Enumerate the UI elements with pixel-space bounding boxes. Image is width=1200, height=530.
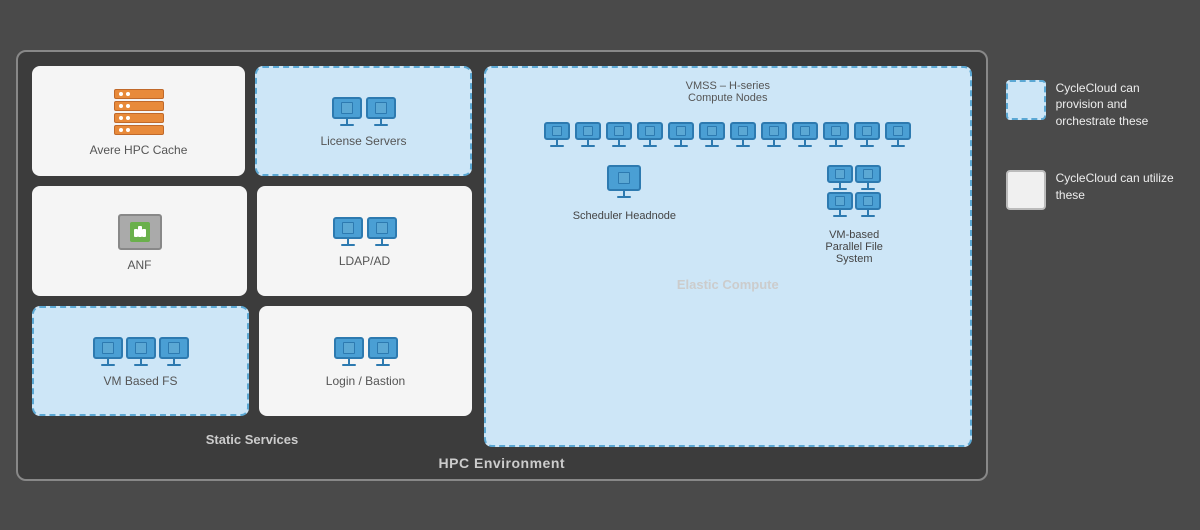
elastic-compute-section: VMSS – H-series Compute Nodes bbox=[484, 66, 972, 447]
pfs-label: VM-based Parallel File System bbox=[825, 229, 882, 265]
compute-node bbox=[699, 122, 725, 147]
legend-text-utilize: CycleCloud can utilize these bbox=[1056, 170, 1184, 204]
license-servers-icon bbox=[332, 97, 396, 126]
static-services-section: Avere HPC Cache bbox=[32, 66, 472, 447]
page-wrapper: Avere HPC Cache bbox=[0, 34, 1200, 497]
ldap-icon bbox=[333, 217, 397, 246]
static-services-label: Static Services bbox=[32, 432, 472, 447]
compute-node bbox=[575, 122, 601, 147]
compute-node bbox=[885, 122, 911, 147]
compute-node bbox=[637, 122, 663, 147]
compute-node bbox=[854, 122, 880, 147]
elastic-compute-label: Elastic Compute bbox=[498, 277, 958, 292]
avere-icon bbox=[114, 89, 164, 135]
pfs-icon bbox=[827, 165, 881, 217]
card-login-bastion: Login / Bastion bbox=[259, 306, 472, 416]
ldap-label: LDAP/AD bbox=[339, 254, 390, 268]
hpc-env-label: HPC Environment bbox=[439, 455, 566, 471]
pfs-group: VM-based Parallel File System bbox=[825, 165, 882, 265]
compute-node bbox=[730, 122, 756, 147]
scheduler-label: Scheduler Headnode bbox=[573, 210, 676, 222]
compute-node bbox=[792, 122, 818, 147]
vm-fs-icon bbox=[93, 337, 189, 366]
anf-label: ANF bbox=[128, 258, 152, 272]
vmss-title: VMSS – H-series Compute Nodes bbox=[498, 80, 958, 104]
compute-nodes-grid bbox=[498, 116, 958, 153]
license-servers-label: License Servers bbox=[320, 134, 406, 148]
legend-item-utilize: CycleCloud can utilize these bbox=[1006, 170, 1184, 210]
login-bastion-label: Login / Bastion bbox=[326, 374, 405, 388]
legend: CycleCloud can provision and orchestrate… bbox=[1006, 50, 1184, 210]
compute-node bbox=[668, 122, 694, 147]
legend-box-provision bbox=[1006, 80, 1046, 120]
anf-icon bbox=[118, 214, 162, 250]
card-anf: ANF bbox=[32, 186, 247, 296]
vm-fs-label: VM Based FS bbox=[103, 374, 177, 388]
scheduler-icon bbox=[607, 165, 641, 198]
scheduler-headnode-group: Scheduler Headnode bbox=[573, 165, 676, 222]
compute-node bbox=[823, 122, 849, 147]
compute-node bbox=[761, 122, 787, 147]
hpc-env-box: Avere HPC Cache bbox=[16, 50, 988, 481]
compute-node bbox=[544, 122, 570, 147]
compute-node bbox=[606, 122, 632, 147]
card-license-servers: License Servers bbox=[255, 66, 472, 176]
legend-text-provision: CycleCloud can provision and orchestrate… bbox=[1056, 80, 1184, 130]
login-bastion-icon bbox=[334, 337, 398, 366]
avere-label: Avere HPC Cache bbox=[90, 143, 188, 157]
card-avere-hpc-cache: Avere HPC Cache bbox=[32, 66, 245, 176]
card-vm-based-fs: VM Based FS bbox=[32, 306, 249, 416]
card-ldap-ad: LDAP/AD bbox=[257, 186, 472, 296]
ec-bottom-row: Scheduler Headnode bbox=[498, 165, 958, 265]
legend-box-utilize bbox=[1006, 170, 1046, 210]
legend-item-provision: CycleCloud can provision and orchestrate… bbox=[1006, 80, 1184, 130]
